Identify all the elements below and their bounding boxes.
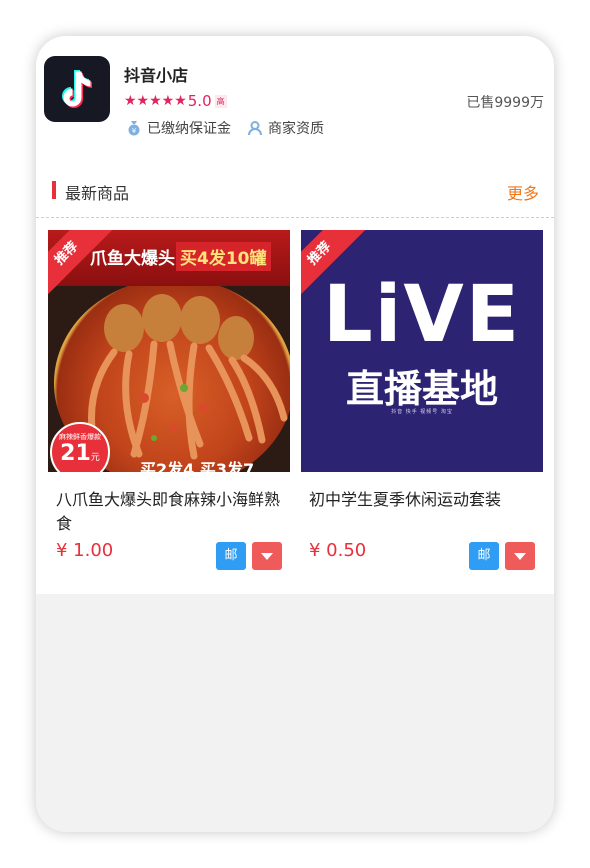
stamp-unit: 元 xyxy=(90,453,100,463)
shop-name: 抖音小店 xyxy=(124,66,189,85)
tiktok-logo-icon xyxy=(62,70,92,108)
section-title: 最新商品 xyxy=(65,184,130,203)
product-title[interactable]: 八爪鱼大爆头即食麻辣小海鲜熟食 xyxy=(56,488,286,536)
shop-logo[interactable] xyxy=(44,56,110,122)
more-link[interactable]: 更多 xyxy=(507,180,539,204)
qualification-badge[interactable]: 商家资质 xyxy=(247,118,324,138)
product-title[interactable]: 初中学生夏季休闲运动套装 xyxy=(309,488,539,512)
product-price: ¥ 1.00 xyxy=(56,540,114,561)
product-image[interactable]: LiVE 直播基地 抖音 快手 视频号 淘宝 推荐 xyxy=(301,230,543,472)
rating-stars: ★★★★★ xyxy=(124,93,187,109)
banner-text-right: 买4发10罐 xyxy=(176,242,271,271)
image-platform-text: 抖音 快手 视频号 淘宝 xyxy=(391,409,453,415)
product-image[interactable]: 爪鱼大爆头 买4发10罐 麻辣鲜香爆款 21元 买2发4 买3发7 推荐 xyxy=(48,230,290,472)
qualification-label: 商家资质 xyxy=(268,121,324,137)
image-sub-text: 直播基地 xyxy=(345,367,498,411)
stamp-value: 21元 xyxy=(52,442,108,466)
image-bottom-text: 买2发4 买3发7 xyxy=(140,460,255,472)
svg-text:¥: ¥ xyxy=(132,127,137,135)
sold-count: 已售9999万 xyxy=(466,95,544,111)
rating-row: ★★★★★ 5.0 高 xyxy=(124,91,227,111)
image-live-text: LiVE xyxy=(322,270,522,360)
rating-unit: 高 xyxy=(214,94,227,108)
shop-badges: ¥ 已缴纳保证金 商家资质 xyxy=(126,118,340,138)
free-shipping-button[interactable]: 邮 xyxy=(216,542,246,570)
dropdown-button[interactable] xyxy=(252,542,282,570)
product-card[interactable]: LiVE 直播基地 抖音 快手 视频号 淘宝 推荐 初中学生夏季休闲运动套装 ¥… xyxy=(301,230,543,580)
product-price: ¥ 0.50 xyxy=(309,540,367,561)
deposit-label: 已缴纳保证金 xyxy=(147,121,231,137)
section-accent-bar xyxy=(52,181,56,199)
user-icon xyxy=(248,121,262,136)
deposit-badge: ¥ 已缴纳保证金 xyxy=(126,118,231,138)
free-shipping-button[interactable]: 邮 xyxy=(469,542,499,570)
phone-frame: 抖音小店 ★★★★★ 5.0 高 已售9999万 ¥ 已缴纳保证金 商家资质 最… xyxy=(36,36,554,832)
banner-text-left: 爪鱼大爆头 xyxy=(90,249,175,269)
dropdown-button[interactable] xyxy=(505,542,535,570)
moneybag-icon: ¥ xyxy=(128,121,140,136)
section-divider xyxy=(36,217,554,218)
stamp-number: 21 xyxy=(60,441,91,466)
product-card[interactable]: 爪鱼大爆头 买4发10罐 麻辣鲜香爆款 21元 买2发4 买3发7 推荐 八爪鱼… xyxy=(48,230,290,580)
rating-score: 5.0 xyxy=(187,92,212,110)
